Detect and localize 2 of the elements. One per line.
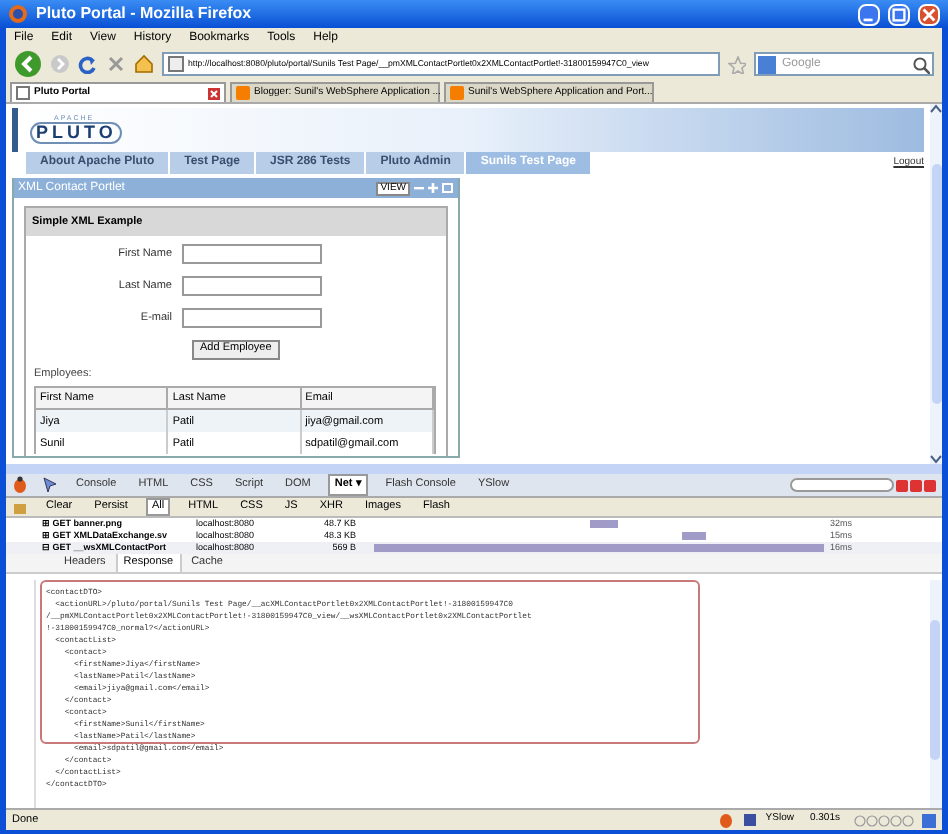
window-title: Pluto Portal - Mozilla Firefox xyxy=(36,2,254,26)
logo-text: PLUTO xyxy=(30,122,123,145)
